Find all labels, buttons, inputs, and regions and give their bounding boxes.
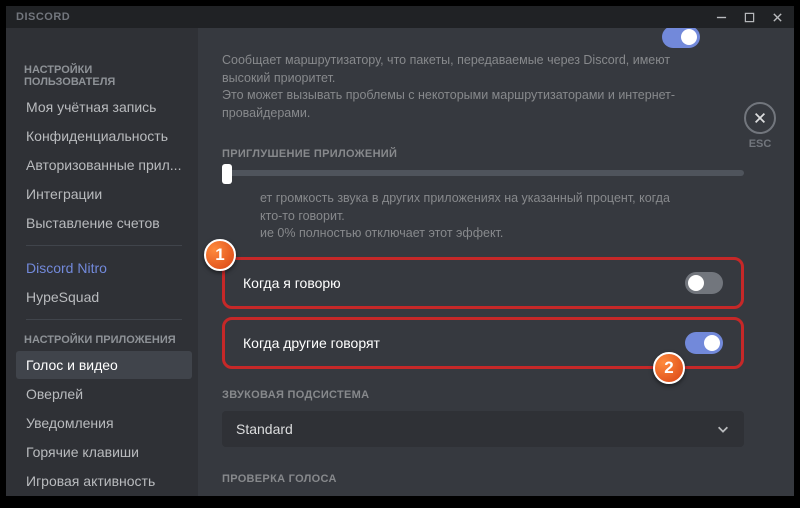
audio-subsystem-value: Standard — [236, 421, 293, 437]
sidebar-item-billing[interactable]: Выставление счетов — [16, 209, 192, 237]
attenuation-description: ет громкость звука в других приложениях … — [222, 190, 744, 243]
voice-test-header: ПРОВЕРКА ГОЛОСА — [222, 473, 744, 485]
when-others-speak-label: Когда другие говорят — [243, 335, 380, 351]
qos-description: Сообщает маршрутизатору, что пакеты, пер… — [222, 52, 744, 122]
qos-toggle[interactable] — [662, 28, 700, 48]
close-icon — [753, 111, 767, 125]
sidebar-divider — [26, 245, 182, 246]
attenuation-desc-line1: ет громкость звука в других приложениях … — [260, 191, 670, 223]
app-window: DISCORD НАСТРОЙКИ ПОЛЬЗОВАТЕЛЯ Моя учётн… — [6, 6, 794, 496]
sidebar-item-keybinds[interactable]: Горячие клавиши — [16, 438, 192, 466]
esc-button-group: ESC — [744, 102, 776, 150]
when-others-speak-toggle[interactable] — [685, 332, 723, 354]
brand-label: DISCORD — [16, 11, 70, 23]
qos-desc-line1: Сообщает маршрутизатору, что пакеты, пер… — [222, 53, 670, 85]
close-button[interactable] — [764, 6, 790, 28]
attenuation-header: ПРИГЛУШЕНИЕ ПРИЛОЖЕНИЙ — [222, 148, 744, 160]
settings-content: ESC Сообщает маршрутизатору, что пакеты,… — [198, 28, 794, 496]
sidebar-item-notifications[interactable]: Уведомления — [16, 409, 192, 437]
titlebar: DISCORD — [6, 6, 794, 28]
sidebar-item-voice-video[interactable]: Голос и видео — [16, 351, 192, 379]
settings-sidebar: НАСТРОЙКИ ПОЛЬЗОВАТЕЛЯ Моя учётная запис… — [6, 28, 198, 496]
sidebar-header-app: НАСТРОЙКИ ПРИЛОЖЕНИЯ — [16, 328, 192, 350]
chevron-down-icon — [716, 422, 730, 436]
annotation-badge-1: 1 — [204, 239, 236, 271]
when-i-speak-toggle[interactable] — [685, 272, 723, 294]
audio-subsystem-select[interactable]: Standard — [222, 411, 744, 447]
sidebar-header-user: НАСТРОЙКИ ПОЛЬЗОВАТЕЛЯ — [16, 58, 192, 92]
sidebar-item-hypesquad[interactable]: HypeSquad — [16, 283, 192, 311]
close-settings-button[interactable] — [744, 102, 776, 134]
annotation-badge-2: 2 — [653, 352, 685, 384]
when-others-speak-row: Когда другие говорят 2 — [222, 317, 744, 369]
sidebar-divider — [26, 319, 182, 320]
audio-subsystem-header: ЗВУКОВАЯ ПОДСИСТЕМА — [222, 389, 744, 401]
qos-desc-line2: Это может вызывать проблемы с некоторыми… — [222, 88, 675, 120]
when-i-speak-row: Когда я говорю — [222, 257, 744, 309]
sidebar-item-integrations[interactable]: Интеграции — [16, 180, 192, 208]
slider-thumb[interactable] — [222, 164, 232, 184]
sidebar-item-authorized-apps[interactable]: Авторизованные прил... — [16, 151, 192, 179]
sidebar-item-privacy[interactable]: Конфиденциальность — [16, 122, 192, 150]
when-i-speak-label: Когда я говорю — [243, 275, 341, 291]
sidebar-item-account[interactable]: Моя учётная запись — [16, 93, 192, 121]
attenuation-desc-line2: ие 0% полностью отключает этот эффект. — [260, 226, 503, 240]
attenuation-slider[interactable] — [222, 170, 744, 176]
window-controls — [708, 6, 790, 28]
sidebar-item-game-activity[interactable]: Игровая активность — [16, 467, 192, 495]
esc-label: ESC — [749, 138, 772, 150]
sidebar-item-nitro[interactable]: Discord Nitro — [16, 254, 192, 282]
qos-row — [222, 28, 744, 48]
maximize-button[interactable] — [736, 6, 762, 28]
sidebar-item-overlay[interactable]: Оверлей — [16, 380, 192, 408]
minimize-button[interactable] — [708, 6, 734, 28]
